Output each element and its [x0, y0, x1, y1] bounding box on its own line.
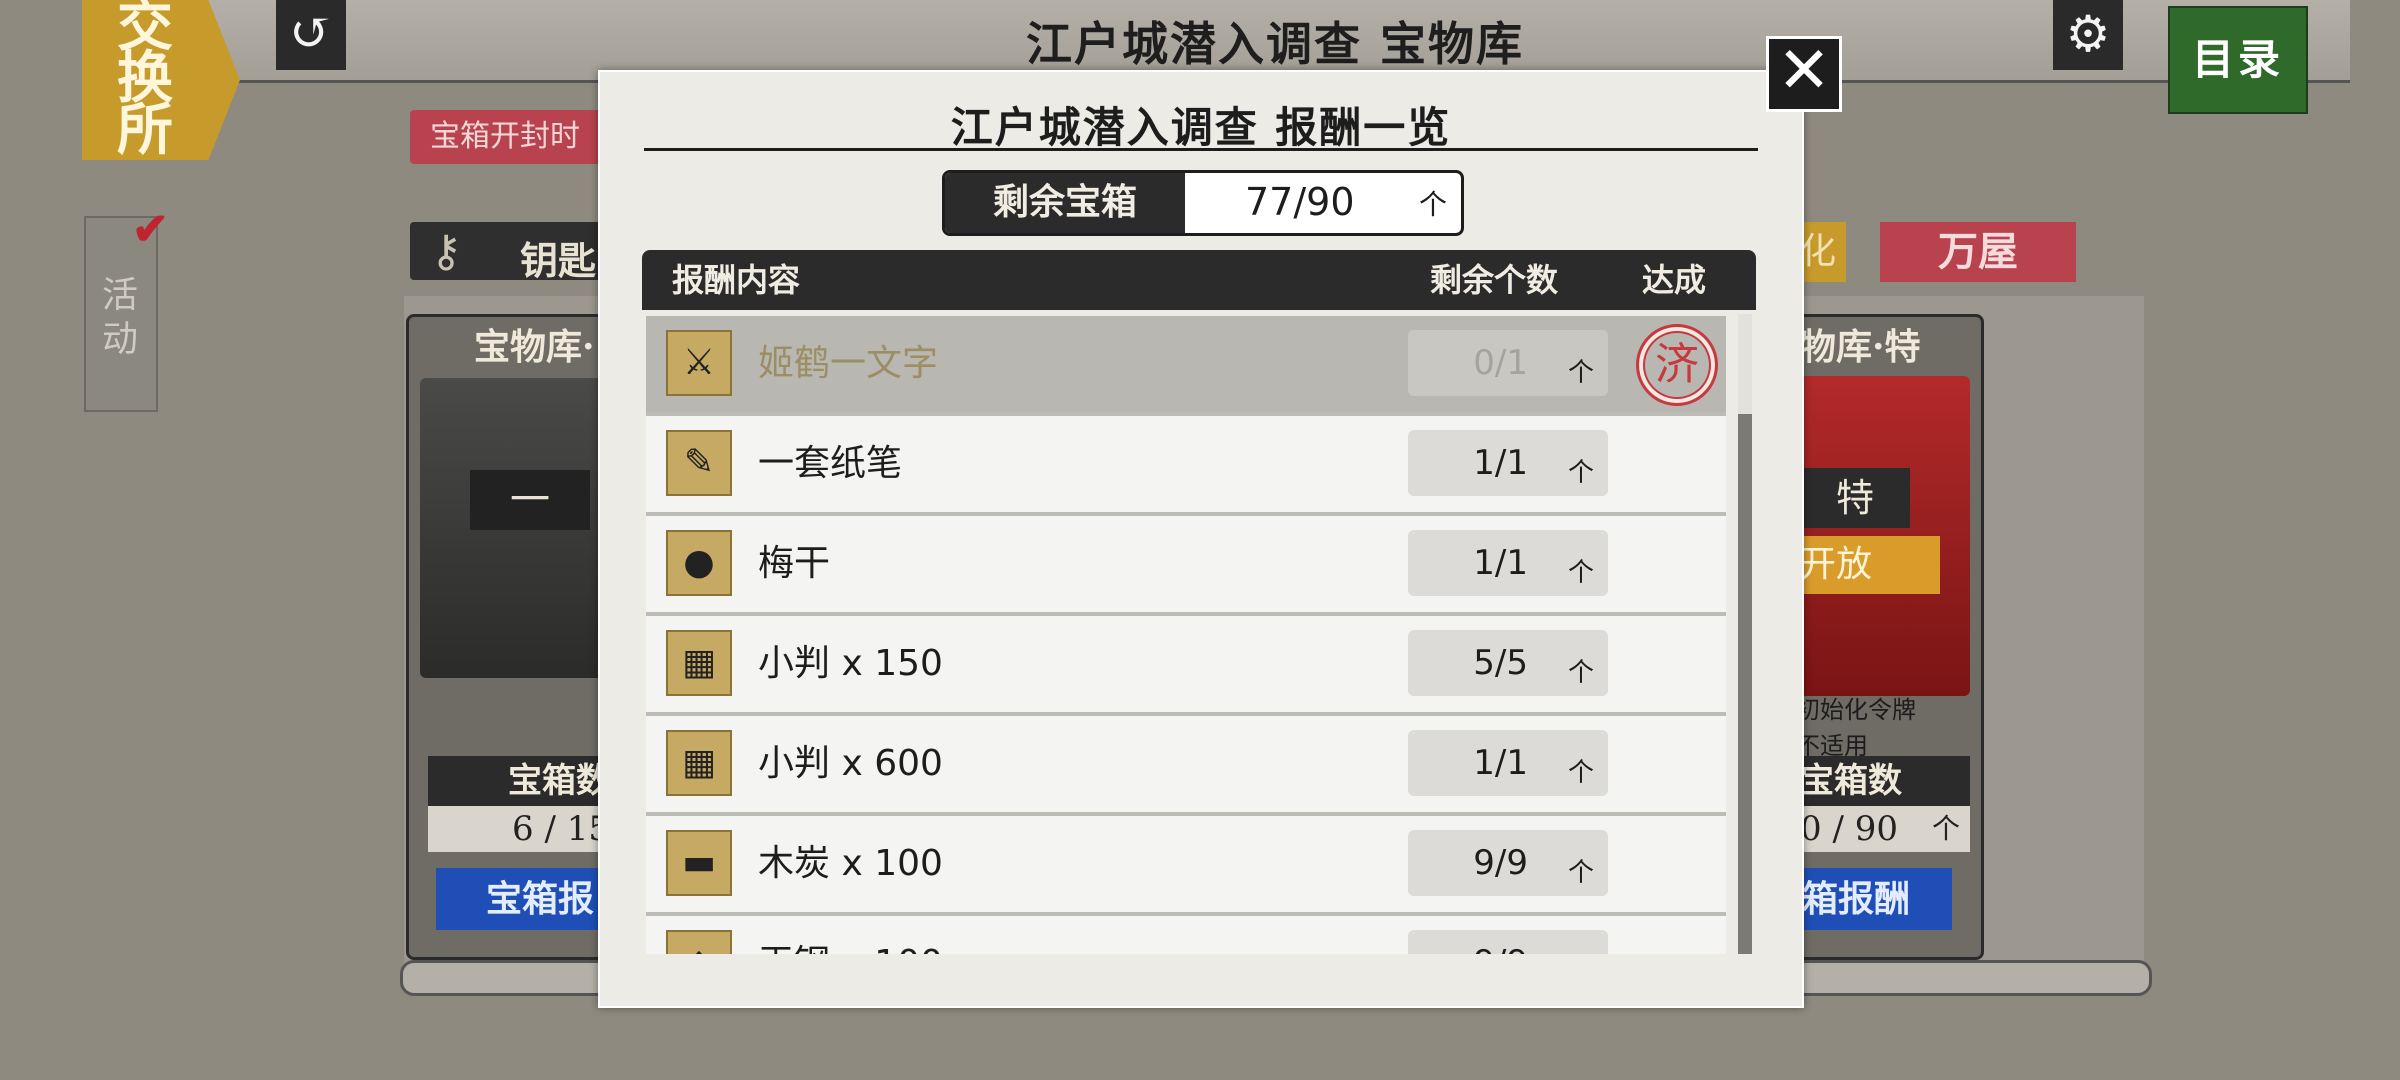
reward-row: ✎ 一套纸笔 1/1 个	[646, 416, 1726, 516]
reward-count: 9/9 个	[1408, 930, 1608, 954]
pouch-icon: ●	[666, 530, 732, 596]
reward-table-header: 报酬内容 剩余个数 达成	[642, 250, 1756, 310]
vault-card-special-box-label: 宝箱数	[1790, 756, 1970, 806]
close-icon: ✕	[1777, 34, 1831, 108]
reward-name: 小判 x 600	[758, 743, 943, 784]
vault-card-special-sign: 特	[1800, 468, 1910, 528]
reward-count-value: 1/1	[1473, 543, 1528, 583]
dialog-title: 江户城潜入调查 报酬一览	[950, 103, 1452, 152]
reward-name: 木炭 x 100	[758, 843, 943, 884]
reward-count: 0/1 个	[1408, 330, 1608, 396]
page-title: 江户城潜入调查 宝物库	[1025, 17, 1524, 71]
reward-count-value: 5/5	[1473, 643, 1528, 683]
vault-card-special-open-label: 开放	[1790, 536, 1940, 594]
vault-card-special-reward-button[interactable]: 箱报酬	[1790, 868, 1952, 930]
remaining-boxes: 剩余宝箱 77/90 个	[942, 170, 1464, 236]
vault-card-special-box-count-value: 0 / 90	[1800, 809, 1898, 849]
gold-coins-icon: ▦	[666, 730, 732, 796]
reward-count: 1/1 个	[1408, 730, 1608, 796]
remaining-boxes-unit: 个	[1419, 188, 1448, 221]
steel-icon: ◆	[666, 930, 732, 954]
check-icon: ✔	[132, 204, 169, 255]
reward-count-value: 0/1	[1473, 343, 1528, 383]
column-achieved: 达成	[1642, 261, 1707, 299]
reward-count: 1/1 个	[1408, 430, 1608, 496]
vault-card-1-title: 宝物库·	[474, 326, 595, 368]
open-time-tag: 宝箱开封时	[410, 110, 620, 164]
reward-count-value: 9/9	[1473, 843, 1528, 883]
exchange-label: 交换所	[117, 0, 173, 163]
reward-row: ▬ 木炭 x 100 9/9 个	[646, 816, 1726, 916]
reward-name: 梅干	[758, 543, 831, 584]
title-divider	[644, 148, 1758, 151]
paper-brush-icon: ✎	[666, 430, 732, 496]
close-button[interactable]: ✕	[1766, 36, 1842, 112]
reward-row: ▦ 小判 x 150 5/5 个	[646, 616, 1726, 716]
reward-name: 姬鹤一文字	[758, 343, 939, 384]
exchange-button[interactable]: 交换所	[82, 0, 240, 160]
vault-card-1-sign: 一	[470, 470, 590, 530]
menu-button[interactable]: 目录	[2168, 6, 2308, 114]
reward-name: 小判 x 150	[758, 643, 943, 684]
activity-tab-label: 活动	[101, 275, 138, 360]
reward-count-unit: 个	[1567, 758, 1594, 788]
category-tab-yorozuya[interactable]: 万屋	[1880, 222, 2076, 282]
reward-name: 玉钢 x 100	[758, 916, 943, 954]
key-bar[interactable]: ⚷ 钥匙	[410, 222, 610, 283]
reward-count-value: 1/1	[1473, 443, 1528, 483]
reward-count: 5/5 个	[1408, 630, 1608, 696]
reward-count-unit: 个	[1567, 558, 1594, 588]
reward-name: 一套纸笔	[758, 443, 903, 484]
reward-list[interactable]: ⚔ 姬鹤一文字 0/1 个 济 ✎ 一套纸笔 1/1 个 ● 梅干 1/1 个 …	[642, 314, 1756, 954]
undo-arrow-icon: ↺	[289, 3, 333, 63]
reward-list-scroll-thumb[interactable]	[1738, 414, 1752, 954]
reward-count-unit: 个	[1567, 358, 1594, 388]
back-button[interactable]: ↺	[276, 0, 346, 70]
key-icon: ⚷	[430, 226, 463, 277]
remaining-boxes-label: 剩余宝箱	[945, 173, 1185, 233]
reward-count-value: 9/9	[1473, 930, 1528, 954]
reward-count: 1/1 个	[1408, 530, 1608, 596]
reward-row: ▦ 小判 x 600 1/1 个	[646, 716, 1726, 816]
reward-count-unit: 个	[1568, 952, 1594, 954]
vault-card-special-box-count: 0 / 90 个	[1790, 806, 1970, 852]
key-label: 钥匙	[520, 238, 597, 283]
reward-count: 9/9 个	[1408, 830, 1608, 896]
column-content: 报酬内容	[672, 261, 801, 299]
reward-row: ● 梅干 1/1 个	[646, 516, 1726, 616]
charcoal-icon: ▬	[666, 830, 732, 896]
vault-card-special-title: 物库·特	[1800, 326, 1921, 368]
gold-coins-icon: ▦	[666, 630, 732, 696]
reward-count-value: 1/1	[1473, 743, 1528, 783]
settings-button[interactable]: ⚙	[2053, 0, 2123, 70]
vault-card-special-count-unit: 个	[1931, 812, 1960, 845]
column-remaining: 剩余个数	[1430, 261, 1559, 299]
vault-card-special-note: 初始化令牌	[1796, 696, 1916, 724]
achieved-stamp: 济	[1636, 324, 1718, 406]
sword-icon: ⚔	[666, 330, 732, 396]
reward-row: ⚔ 姬鹤一文字 0/1 个 济	[646, 316, 1726, 416]
gear-icon: ⚙	[2065, 5, 2111, 63]
reward-count-unit: 个	[1567, 458, 1594, 488]
remaining-boxes-value: 77/90	[1245, 180, 1355, 224]
reward-count-unit: 个	[1567, 658, 1594, 688]
reward-count-unit: 个	[1567, 858, 1594, 888]
reward-row: ◆ 玉钢 x 100 9/9 个	[646, 916, 1726, 954]
